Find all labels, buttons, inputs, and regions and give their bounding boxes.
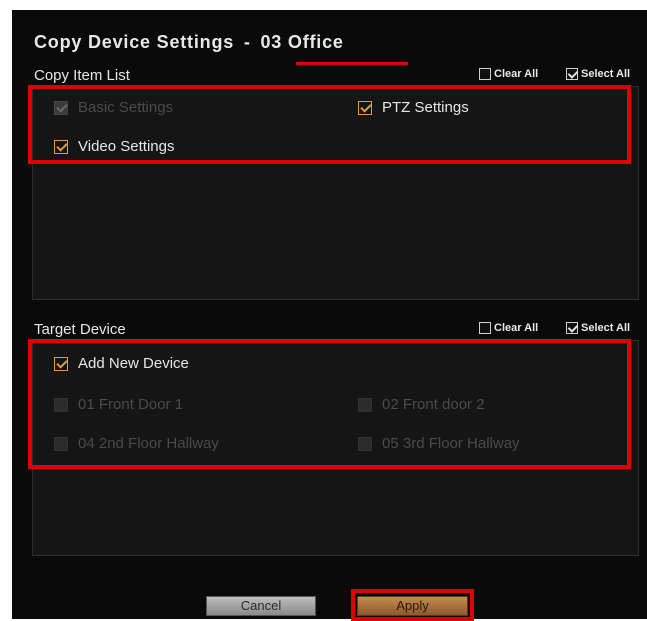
checkbox-empty-icon [54, 397, 68, 412]
checkbox-checked-icon [358, 100, 372, 115]
copy-item-list-label: Copy Item List [34, 67, 130, 84]
copy-items-clear-all[interactable]: Clear All [479, 68, 538, 80]
device-04-checkbox[interactable]: 04 2nd Floor Hallway [54, 435, 219, 452]
apply-button[interactable]: Apply [357, 596, 468, 616]
ptz-settings-checkbox[interactable]: PTZ Settings [358, 99, 469, 116]
checkbox-empty-icon [358, 436, 372, 451]
title-text: Copy Device Settings [34, 32, 235, 52]
target-device-label: Target Device [34, 321, 126, 338]
checkbox-empty-icon [54, 436, 68, 451]
checkbox-checked-icon [566, 68, 578, 80]
device-02-checkbox[interactable]: 02 Front door 2 [358, 396, 485, 413]
target-clear-all[interactable]: Clear All [479, 322, 538, 334]
copy-device-settings-dialog: Copy Device Settings - 03 Office Copy It… [12, 10, 647, 621]
video-settings-checkbox[interactable]: Video Settings [54, 138, 174, 155]
device-01-checkbox[interactable]: 01 Front Door 1 [54, 396, 183, 413]
title-separator: - [243, 32, 251, 52]
copy-items-select-all[interactable]: Select All [566, 68, 630, 80]
device-05-checkbox[interactable]: 05 3rd Floor Hallway [358, 435, 520, 452]
checkbox-empty-icon [479, 322, 491, 334]
checkbox-checked-icon [54, 100, 68, 115]
add-new-device-checkbox[interactable]: Add New Device [54, 355, 189, 372]
device-name: 03 Office [260, 32, 344, 52]
checkbox-empty-icon [479, 68, 491, 80]
checkbox-checked-icon [54, 356, 68, 371]
checkbox-checked-icon [54, 139, 68, 154]
cancel-button[interactable]: Cancel [206, 596, 316, 616]
device-name-underline [296, 62, 408, 65]
target-select-all[interactable]: Select All [566, 322, 630, 334]
checkbox-checked-icon [566, 322, 578, 334]
basic-settings-checkbox: Basic Settings [54, 99, 173, 116]
checkbox-empty-icon [358, 397, 372, 412]
dialog-title: Copy Device Settings - 03 Office [34, 32, 344, 53]
